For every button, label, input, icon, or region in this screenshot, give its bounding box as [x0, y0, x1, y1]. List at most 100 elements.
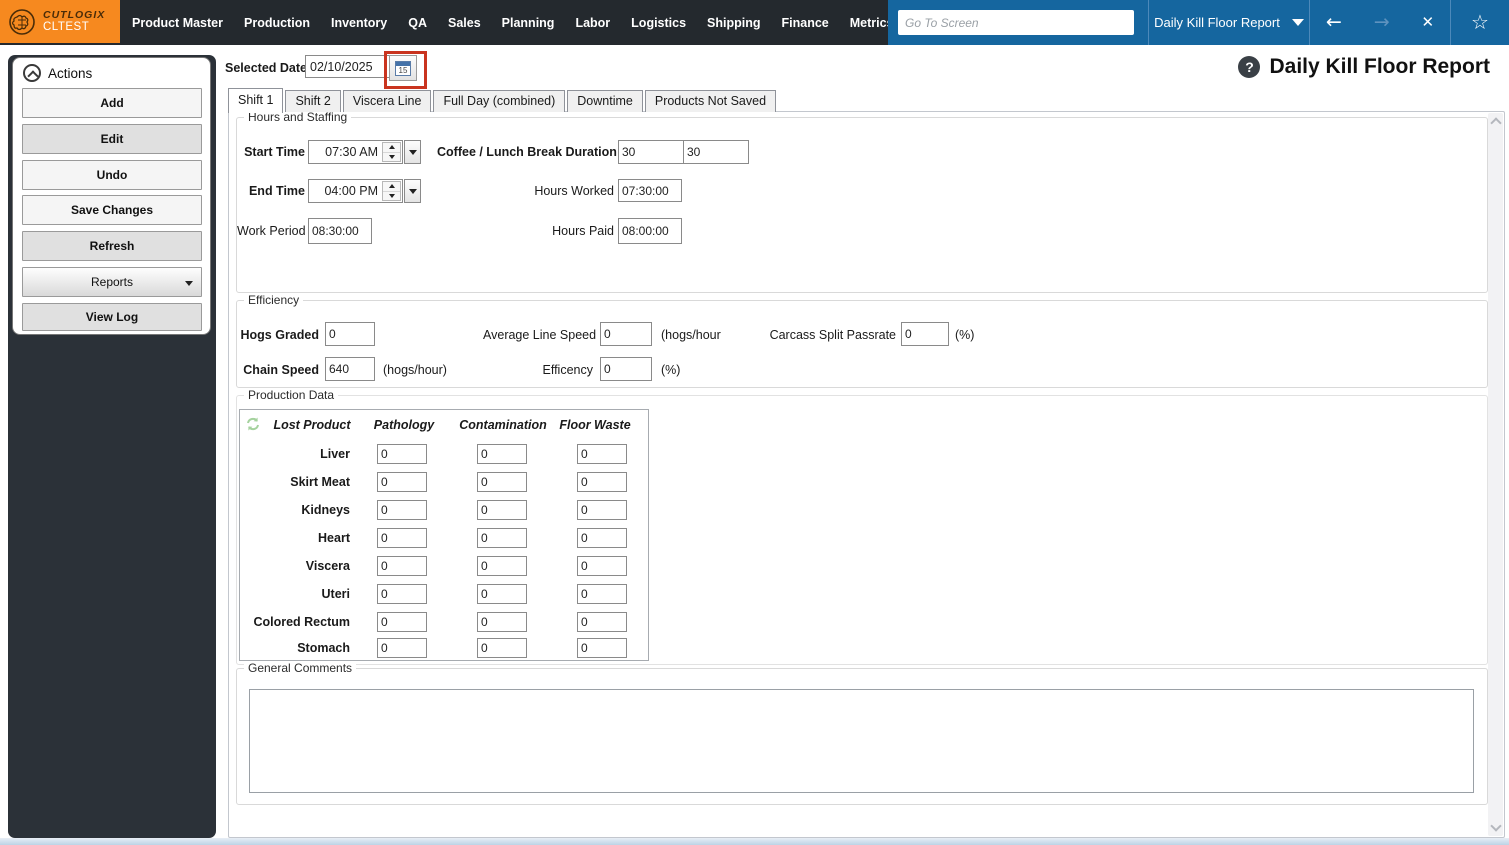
- general-comments-legend: General Comments: [244, 661, 356, 675]
- avg-line-speed-input[interactable]: [600, 322, 652, 346]
- uteri-contamination-input[interactable]: [477, 584, 527, 604]
- efficency-unit: (%): [661, 363, 680, 377]
- heart-contamination-input[interactable]: [477, 528, 527, 548]
- close-icon[interactable]: ✕: [1421, 0, 1434, 45]
- menu-sales[interactable]: Sales: [448, 16, 481, 30]
- main-menu: Product Master Production Inventory QA S…: [120, 0, 959, 45]
- selected-date-input[interactable]: [305, 55, 390, 78]
- undo-button[interactable]: Undo: [22, 160, 202, 190]
- hours-paid-input[interactable]: [618, 218, 682, 244]
- screen-selector-dropdown[interactable]: Daily Kill Floor Report: [1149, 0, 1309, 45]
- heart-floor-waste-input[interactable]: [577, 528, 627, 548]
- scroll-up-icon[interactable]: [1490, 117, 1501, 128]
- efficency-input[interactable]: [600, 357, 652, 381]
- menu-finance[interactable]: Finance: [782, 16, 829, 30]
- colored-rectum-pathology-input[interactable]: [377, 612, 427, 632]
- menu-logistics[interactable]: Logistics: [631, 16, 686, 30]
- collapse-panel-icon[interactable]: [23, 64, 41, 82]
- forward-arrow-icon[interactable]: →: [1374, 0, 1390, 45]
- top-bar-right: Daily Kill Floor Report ← → ✕ ☆: [888, 0, 1509, 45]
- avg-line-speed-label: Average Line Speed: [483, 328, 593, 342]
- viscera-pathology-input[interactable]: [377, 556, 427, 576]
- tab-downtime[interactable]: Downtime: [567, 90, 643, 112]
- production-grid: Lost Product Pathology Contamination Flo…: [239, 409, 649, 661]
- start-time-spinner[interactable]: [382, 142, 401, 162]
- edit-button[interactable]: Edit: [22, 124, 202, 154]
- menu-production[interactable]: Production: [244, 16, 310, 30]
- page-title-text: Daily Kill Floor Report: [1269, 55, 1490, 79]
- hogs-graded-input[interactable]: [325, 322, 375, 346]
- stomach-floor-waste-input[interactable]: [577, 638, 627, 658]
- brand-name: CUTLOGIX: [43, 10, 105, 21]
- vertical-scrollbar[interactable]: [1488, 113, 1503, 836]
- save-changes-button[interactable]: Save Changes: [22, 195, 202, 225]
- menu-product-master[interactable]: Product Master: [132, 16, 223, 30]
- reports-dropdown-button[interactable]: Reports: [22, 267, 202, 297]
- viscera-contamination-input[interactable]: [477, 556, 527, 576]
- tab-full-day-combined[interactable]: Full Day (combined): [433, 90, 565, 112]
- menu-labor[interactable]: Labor: [575, 16, 610, 30]
- carcass-split-input[interactable]: [901, 322, 949, 346]
- liver-pathology-input[interactable]: [377, 444, 427, 464]
- skirt-meat-floor-waste-input[interactable]: [577, 472, 627, 492]
- coffee-break-input[interactable]: [618, 140, 684, 164]
- help-icon[interactable]: ?: [1238, 56, 1260, 78]
- general-comments-textarea[interactable]: [249, 689, 1474, 793]
- end-time-spinner[interactable]: [382, 181, 401, 201]
- row-label-colored-rectum: Colored Rectum: [240, 615, 350, 629]
- kidneys-floor-waste-input[interactable]: [577, 500, 627, 520]
- refresh-button[interactable]: Refresh: [22, 231, 202, 261]
- menu-shipping[interactable]: Shipping: [707, 16, 760, 30]
- go-to-screen-input[interactable]: [898, 10, 1134, 35]
- stomach-contamination-input[interactable]: [477, 638, 527, 658]
- uteri-floor-waste-input[interactable]: [577, 584, 627, 604]
- end-time-picker[interactable]: 04:00 PM: [308, 179, 403, 203]
- colored-rectum-floor-waste-input[interactable]: [577, 612, 627, 632]
- row-label-heart: Heart: [240, 531, 350, 545]
- row-label-liver: Liver: [240, 447, 350, 461]
- stomach-pathology-input[interactable]: [377, 638, 427, 658]
- work-period-input[interactable]: [308, 218, 372, 244]
- viscera-floor-waste-input[interactable]: [577, 556, 627, 576]
- top-bar: CUTLOGIX CLTEST Product Master Productio…: [0, 0, 1509, 45]
- kidneys-pathology-input[interactable]: [377, 500, 427, 520]
- heart-pathology-input[interactable]: [377, 528, 427, 548]
- menu-metrics[interactable]: Metrics: [850, 16, 894, 30]
- scroll-down-icon[interactable]: [1490, 820, 1501, 831]
- tab-viscera-line[interactable]: Viscera Line: [343, 90, 432, 112]
- chain-speed-input[interactable]: [325, 357, 375, 381]
- bottom-edge: [0, 838, 1509, 845]
- skirt-meat-contamination-input[interactable]: [477, 472, 527, 492]
- app-logo: CUTLOGIX CLTEST: [0, 0, 120, 43]
- chain-speed-unit: (hogs/hour): [383, 363, 447, 377]
- start-time-dropdown-button[interactable]: [404, 140, 421, 164]
- skirt-meat-pathology-input[interactable]: [377, 472, 427, 492]
- hours-worked-input[interactable]: [618, 179, 682, 202]
- tab-shift-2[interactable]: Shift 2: [285, 90, 340, 112]
- menu-qa[interactable]: QA: [408, 16, 427, 30]
- start-time-picker[interactable]: 07:30 AM: [308, 140, 403, 164]
- refresh-icon[interactable]: [245, 416, 261, 432]
- liver-floor-waste-input[interactable]: [577, 444, 627, 464]
- tab-products-not-saved[interactable]: Products Not Saved: [645, 90, 776, 112]
- tab-shift-1[interactable]: Shift 1: [228, 88, 283, 113]
- lunch-break-input[interactable]: [683, 140, 749, 164]
- hours-staffing-group: Hours and Staffing Start Time 07:30 AM C…: [236, 117, 1488, 293]
- efficency-label: Efficency: [483, 363, 593, 377]
- back-arrow-icon[interactable]: ←: [1326, 0, 1342, 45]
- end-time-dropdown-button[interactable]: [404, 179, 421, 203]
- col-lost-product: Lost Product: [268, 418, 356, 432]
- add-button[interactable]: Add: [22, 88, 202, 118]
- favorite-star-icon[interactable]: ☆: [1471, 0, 1489, 45]
- start-time-label: Start Time: [241, 145, 305, 159]
- menu-inventory[interactable]: Inventory: [331, 16, 387, 30]
- colored-rectum-contamination-input[interactable]: [477, 612, 527, 632]
- row-label-stomach: Stomach: [240, 641, 350, 655]
- menu-planning[interactable]: Planning: [502, 16, 555, 30]
- liver-contamination-input[interactable]: [477, 444, 527, 464]
- view-log-button[interactable]: View Log: [22, 303, 202, 331]
- uteri-pathology-input[interactable]: [377, 584, 427, 604]
- kidneys-contamination-input[interactable]: [477, 500, 527, 520]
- calendar-picker-button[interactable]: 15: [389, 55, 417, 81]
- production-data-legend: Production Data: [244, 388, 338, 402]
